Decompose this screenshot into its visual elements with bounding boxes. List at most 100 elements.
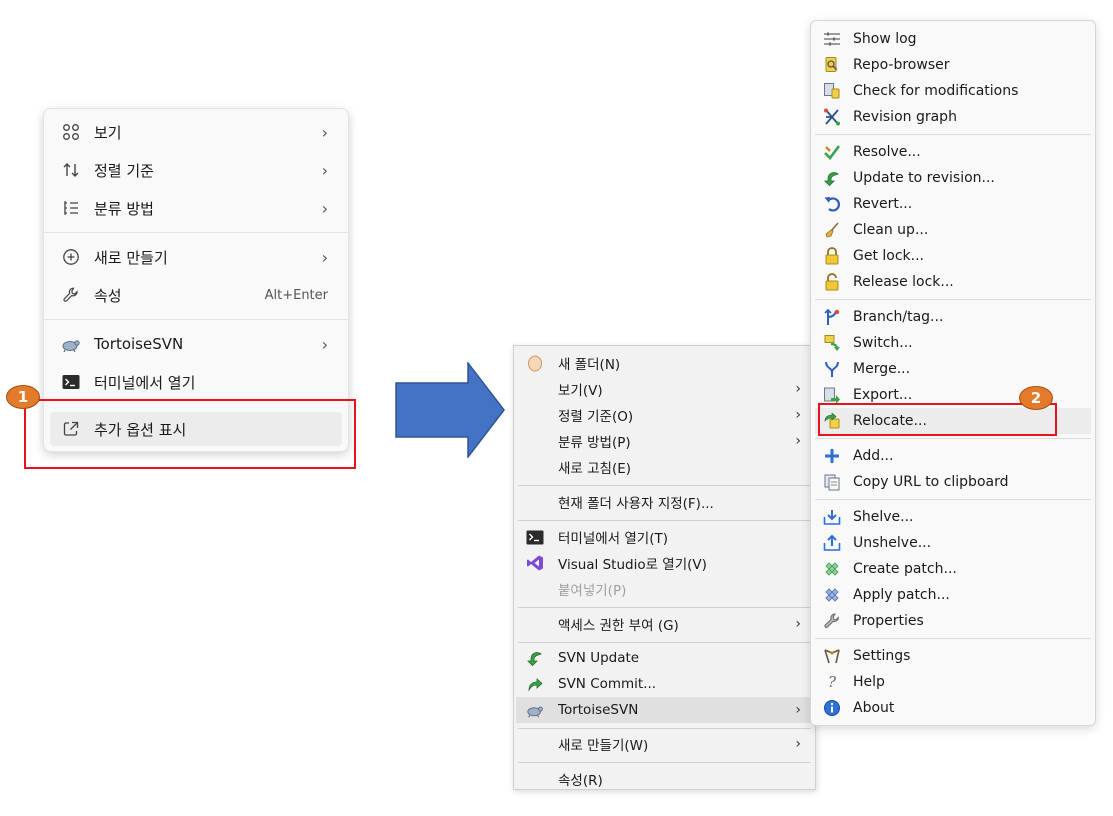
check-modifications-icon: [823, 82, 841, 100]
menu-item-properties[interactable]: 속성 Alt+Enter: [50, 278, 342, 312]
menu-item-label: Get lock...: [853, 248, 925, 264]
menu-item-label: 터미널에서 열기(T): [558, 531, 669, 547]
menu-item-label: Switch...: [853, 335, 913, 351]
arrow-right-icon: [395, 362, 505, 458]
switch-icon: [823, 334, 841, 352]
menu-item-properties[interactable]: Properties: [815, 608, 1091, 634]
menu-item-update-to-revision[interactable]: Update to revision...: [815, 165, 1091, 191]
menu-item-clean-up[interactable]: Clean up...: [815, 217, 1091, 243]
menu-item-view[interactable]: 보기 ›: [50, 115, 342, 149]
menu-item-check-modifications[interactable]: Check for modifications: [815, 78, 1091, 104]
menu-item-new-folder[interactable]: 새 폴더(N): [516, 350, 813, 376]
menu-item-label: 터미널에서 열기: [94, 373, 196, 392]
menu-item-label: 정렬 기준(O): [558, 409, 634, 425]
properties-icon: [823, 612, 841, 630]
menu-item-label: TortoiseSVN: [94, 335, 184, 353]
menu-item-give-access[interactable]: 액세스 권한 부여 (G) ›: [516, 611, 813, 637]
menu-item-refresh[interactable]: 새로 고침(E): [516, 454, 813, 480]
menu-item-label: 속성: [94, 286, 122, 305]
menu-item-label: TortoiseSVN: [558, 702, 639, 718]
menu-item-label: Properties: [853, 613, 924, 629]
menu-item-label: Revert...: [853, 196, 913, 212]
menu-separator: [518, 762, 811, 763]
menu-item-revert[interactable]: Revert...: [815, 191, 1091, 217]
highlight-box-step1: [24, 399, 356, 469]
shortcut-label: Alt+Enter: [264, 287, 328, 303]
menu-item-open-terminal[interactable]: 터미널에서 열기: [50, 365, 342, 399]
menu-item-sort[interactable]: 정렬 기준(O) ›: [516, 402, 813, 428]
menu-item-open-terminal[interactable]: 터미널에서 열기(T): [516, 524, 813, 550]
menu-item-get-lock[interactable]: Get lock...: [815, 243, 1091, 269]
menu-item-label: Help: [853, 674, 885, 690]
menu-item-label: Revision graph: [853, 109, 957, 125]
menu-item-branch-tag[interactable]: Branch/tag...: [815, 304, 1091, 330]
menu-separator: [815, 638, 1091, 639]
menu-separator: [518, 728, 811, 729]
settings-icon: [823, 647, 841, 665]
menu-item-view[interactable]: 보기(V) ›: [516, 376, 813, 402]
unshelve-icon: [823, 534, 841, 552]
lock-icon: [823, 247, 841, 265]
menu-item-switch[interactable]: Switch...: [815, 330, 1091, 356]
menu-item-label: Branch/tag...: [853, 309, 944, 325]
step-badge-2: 2: [1019, 386, 1053, 410]
menu-item-label: Visual Studio로 열기(V): [558, 557, 707, 573]
tortoise-icon: [526, 701, 544, 719]
menu-item-about[interactable]: About: [815, 695, 1091, 721]
add-icon: [823, 447, 841, 465]
menu-item-new[interactable]: 새로 만들기 ›: [50, 240, 342, 274]
menu-item-label: Clean up...: [853, 222, 929, 238]
menu-item-group-by[interactable]: 분류 방법 ›: [50, 191, 342, 225]
chevron-right-icon: ›: [795, 616, 801, 632]
context-menu-classic: 새 폴더(N) 보기(V) › 정렬 기준(O) › 분류 방법(P) › 새로…: [513, 345, 816, 790]
menu-item-open-visual-studio[interactable]: Visual Studio로 열기(V): [516, 550, 813, 576]
menu-item-new[interactable]: 새로 만들기(W) ›: [516, 731, 813, 757]
revision-graph-icon: [823, 108, 841, 126]
menu-item-label: Check for modifications: [853, 83, 1019, 99]
terminal-icon: [60, 371, 82, 393]
menu-item-add[interactable]: Add...: [815, 443, 1091, 469]
menu-item-create-patch[interactable]: Create patch...: [815, 556, 1091, 582]
tortoisesvn-submenu: Show log Repo-browser Check for modifica…: [810, 20, 1096, 726]
visual-studio-icon: [526, 554, 544, 572]
menu-separator: [518, 607, 811, 608]
step-badge-1: 1: [6, 385, 40, 409]
menu-item-repo-browser[interactable]: Repo-browser: [815, 52, 1091, 78]
menu-item-sort[interactable]: 정렬 기준 ›: [50, 153, 342, 187]
chevron-right-icon: ›: [795, 736, 801, 752]
menu-separator: [44, 232, 348, 233]
menu-item-tortoisesvn[interactable]: TortoiseSVN ›: [516, 697, 813, 723]
group-list-icon: [60, 197, 82, 219]
revert-icon: [823, 195, 841, 213]
menu-item-label: 새로 고침(E): [558, 461, 632, 477]
about-icon: [823, 699, 841, 717]
menu-item-release-lock[interactable]: Release lock...: [815, 269, 1091, 295]
menu-item-group-by[interactable]: 분류 방법(P) ›: [516, 428, 813, 454]
menu-item-customize-folder[interactable]: 현재 폴더 사용자 지정(F)...: [516, 489, 813, 515]
menu-item-resolve[interactable]: Resolve...: [815, 139, 1091, 165]
menu-item-label: 새로 만들기(W): [558, 738, 649, 754]
menu-item-merge[interactable]: Merge...: [815, 356, 1091, 382]
menu-item-svn-update[interactable]: SVN Update: [516, 645, 813, 671]
menu-item-properties[interactable]: 속성(R): [516, 766, 813, 789]
menu-item-settings[interactable]: Settings: [815, 643, 1091, 669]
menu-item-label: Repo-browser: [853, 57, 950, 73]
menu-item-tortoisesvn[interactable]: TortoiseSVN ›: [50, 327, 342, 361]
menu-item-label: Apply patch...: [853, 587, 950, 603]
menu-item-unshelve[interactable]: Unshelve...: [815, 530, 1091, 556]
menu-item-shelve[interactable]: Shelve...: [815, 504, 1091, 530]
svn-commit-icon: [526, 675, 544, 693]
menu-item-apply-patch[interactable]: Apply patch...: [815, 582, 1091, 608]
resolve-icon: [823, 143, 841, 161]
menu-item-label: Release lock...: [853, 274, 954, 290]
menu-item-show-log[interactable]: Show log: [815, 26, 1091, 52]
menu-item-help[interactable]: ? Help: [815, 669, 1091, 695]
menu-item-label: Update to revision...: [853, 170, 995, 186]
menu-separator: [815, 438, 1091, 439]
menu-separator: [815, 299, 1091, 300]
menu-item-revision-graph[interactable]: Revision graph: [815, 104, 1091, 130]
update-revision-icon: [823, 169, 841, 187]
menu-item-svn-commit[interactable]: SVN Commit...: [516, 671, 813, 697]
chevron-right-icon: ›: [321, 198, 328, 218]
menu-item-copy-url[interactable]: Copy URL to clipboard: [815, 469, 1091, 495]
